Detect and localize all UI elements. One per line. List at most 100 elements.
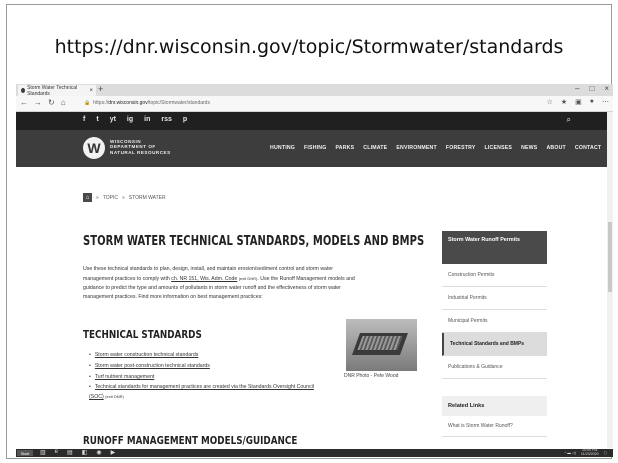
related-link[interactable]: What is Storm Water Runoff? — [442, 416, 547, 437]
search-icon[interactable]: ⌕ — [567, 115, 571, 125]
social-icons: f t yt ig in rss p — [83, 116, 187, 123]
sidebar-item-technical-standards[interactable]: Technical Standards and BMPs — [442, 333, 547, 356]
social-bar: f t yt ig in rss p ⌕ — [16, 112, 613, 130]
collections-icon[interactable]: ▣ — [575, 98, 582, 106]
linkedin-icon[interactable]: in — [144, 116, 150, 123]
breadcrumb-separator: » — [121, 194, 125, 201]
nav-climate[interactable]: CLIMATE — [363, 145, 387, 151]
nav-about[interactable]: ABOUT — [546, 145, 565, 151]
sidebar-item-publications[interactable]: Publications & Guidance — [442, 356, 547, 379]
home-icon[interactable]: ⌂ — [61, 98, 66, 107]
minimize-button[interactable]: – — [575, 84, 579, 93]
scrollbar-thumb[interactable] — [608, 222, 612, 292]
browser-tab[interactable]: Storm Water Technical Standards × — [18, 84, 96, 97]
sidebar-item-industrial[interactable]: Industrial Permits — [442, 287, 547, 310]
related-links: Related Links What is Storm Water Runoff… — [442, 396, 547, 437]
notification-icon[interactable]: ▢ — [604, 451, 607, 455]
favorites-icon[interactable]: ★ — [561, 98, 567, 106]
nav-news[interactable]: NEWS — [521, 145, 537, 151]
close-window-button[interactable]: × — [604, 84, 609, 93]
nav-fishing[interactable]: FISHING — [304, 145, 326, 151]
logo-line: NATURAL RESOURCES — [110, 149, 171, 155]
breadcrumb: ⌂ » TOPIC » STORM WATER — [83, 193, 166, 202]
task-view-icon[interactable]: ▥ — [40, 449, 46, 456]
reader-icon[interactable]: ☆ — [547, 98, 553, 106]
breadcrumb-home-icon[interactable]: ⌂ — [83, 193, 92, 202]
facebook-icon[interactable]: f — [83, 116, 85, 123]
new-tab-button[interactable]: + — [98, 84, 103, 94]
pinterest-icon[interactable]: p — [183, 116, 187, 123]
forward-icon[interactable]: → — [34, 98, 42, 107]
nav-licenses[interactable]: LICENSES — [485, 145, 513, 151]
breadcrumb-storm-water[interactable]: STORM WATER — [129, 195, 166, 201]
intro-paragraph: Use these technical standards to plan, d… — [83, 265, 355, 302]
breadcrumb-topic[interactable]: TOPIC — [103, 195, 118, 201]
list-item: Storm water post-construction technical … — [89, 361, 329, 372]
construction-standards-link[interactable]: Storm water construction technical stand… — [95, 352, 199, 358]
related-links-heading: Related Links — [442, 396, 547, 416]
nav-hunting[interactable]: HUNTING — [270, 145, 295, 151]
list-item: Turf nutrient management — [89, 372, 329, 383]
breadcrumb-separator: » — [96, 194, 99, 201]
url-domain: dnr.wisconsin.gov — [108, 100, 148, 106]
taskbar-icons: ▥ e ▤ ◧ ◉ ▶ — [40, 449, 115, 456]
clock-date: 11/23/2020 — [580, 452, 599, 456]
menu-icon[interactable]: ⋯ — [602, 98, 609, 106]
nav-parks[interactable]: PARKS — [335, 145, 354, 151]
logo-text: WISCONSIN DEPARTMENT OF NATURAL RESOURCE… — [110, 139, 171, 155]
twitter-icon[interactable]: t — [96, 116, 98, 123]
clock[interactable]: 10:05 PM 11/23/2020 — [580, 448, 599, 457]
sidebar: Storm Water Runoff Permits Construction … — [442, 231, 547, 379]
sidebar-heading[interactable]: Storm Water Runoff Permits — [442, 231, 547, 264]
nav-buttons: ← → ↻ ⌂ — [20, 98, 66, 107]
tab-bar: Storm Water Technical Standards × + – □ … — [16, 84, 613, 97]
instagram-icon[interactable]: ig — [127, 116, 133, 123]
dnr-logo[interactable]: W — [83, 137, 105, 159]
rss-icon[interactable]: rss — [161, 116, 172, 123]
url-field[interactable]: 🔒 https://dnr.wisconsin.gov/topic/Stormw… — [84, 98, 554, 108]
chrome-icon[interactable]: ◉ — [96, 449, 101, 456]
sidebar-item-construction[interactable]: Construction Permits — [442, 264, 547, 287]
sidebar-item-municipal[interactable]: Municipal Permits — [442, 310, 547, 333]
slide-url-heading: https://dnr.wisconsin.gov/topic/Stormwat… — [54, 36, 564, 58]
media-icon[interactable]: ▶ — [111, 449, 116, 456]
photo-vegetation — [357, 336, 403, 350]
youtube-icon[interactable]: yt — [110, 116, 116, 123]
nr151-link[interactable]: ch. NR 151, Wis. Adm. Code — [171, 276, 237, 282]
standards-list: Storm water construction technical stand… — [89, 350, 329, 402]
favicon-icon — [21, 88, 26, 93]
exit-dnr-tag: (exit DNR) — [238, 276, 258, 281]
technical-standards-heading: TECHNICAL STANDARDS — [83, 328, 202, 341]
close-tab-icon[interactable]: × — [89, 88, 93, 94]
nav-environment[interactable]: ENVIRONMENT — [396, 145, 437, 151]
start-button[interactable]: Start — [17, 450, 33, 456]
back-icon[interactable]: ← — [20, 98, 28, 107]
toolbar-icons: ☆ ★ ▣ ● ⋯ — [547, 98, 609, 106]
post-construction-standards-link[interactable]: Storm water post-construction technical … — [95, 363, 210, 369]
tray-icons[interactable]: ^ ▬ ◁) — [565, 451, 576, 455]
file-explorer-icon[interactable]: ▤ — [67, 449, 73, 456]
store-icon[interactable]: ◧ — [82, 449, 88, 456]
refresh-icon[interactable]: ↻ — [48, 98, 55, 107]
nav-contact[interactable]: CONTACT — [575, 145, 601, 151]
url-prefix: https:// — [93, 100, 109, 106]
profile-icon[interactable]: ● — [590, 98, 594, 106]
maximize-button[interactable]: □ — [589, 84, 594, 93]
exit-dnr-tag: (exit DNR) — [105, 394, 124, 399]
browser-screenshot: Storm Water Technical Standards × + – □ … — [16, 84, 613, 457]
tab-title: Storm Water Technical Standards — [27, 84, 78, 97]
main-nav: W WISCONSIN DEPARTMENT OF NATURAL RESOUR… — [16, 130, 613, 167]
system-tray: ^ ▬ ◁) 10:05 PM 11/23/2020 ▢ — [565, 448, 607, 457]
url-path: /topic/Stormwater/standards — [147, 100, 210, 106]
nav-forestry[interactable]: FORESTRY — [446, 145, 476, 151]
address-bar-row: ← → ↻ ⌂ 🔒 https://dnr.wisconsin.gov/topi… — [16, 96, 613, 112]
window-controls: – □ × — [575, 84, 609, 93]
page-title: STORM WATER TECHNICAL STANDARDS, MODELS … — [83, 233, 425, 249]
scrollbar[interactable] — [607, 112, 613, 448]
photo-caption: DNR Photo - Pete Wood — [344, 373, 399, 379]
edge-icon[interactable]: e — [55, 449, 58, 456]
lock-icon: 🔒 — [84, 100, 91, 106]
turf-nutrient-link[interactable]: Turf nutrient management — [95, 374, 155, 380]
list-item: Storm water construction technical stand… — [89, 350, 329, 361]
taskbar: Start ▥ e ▤ ◧ ◉ ▶ ^ ▬ ◁) 10:05 PM 11/23/… — [16, 448, 613, 457]
